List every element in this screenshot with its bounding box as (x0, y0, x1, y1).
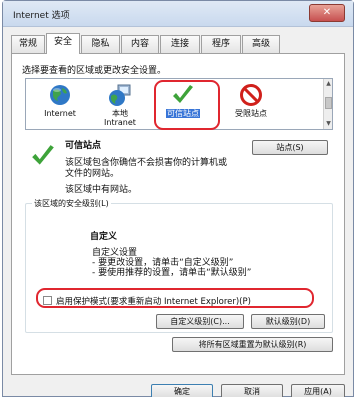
zone-local-intranet-label: 本地 Intranet (104, 109, 136, 127)
scroll-up-icon[interactable]: ▲ (325, 80, 332, 88)
reset-all-zones-button[interactable]: 将所有区域重置为默认级别(R) (172, 337, 333, 352)
protected-mode-checkbox[interactable] (43, 296, 52, 305)
apply-button[interactable]: 应用(A) (291, 384, 345, 397)
close-button[interactable]: ✕ (309, 4, 345, 22)
protected-mode-label[interactable]: 启用保护模式(要求重新启动 Internet Explorer)(P) (56, 295, 251, 307)
restricted-icon (239, 83, 263, 107)
zone-restricted-sites-label: 受限站点 (235, 109, 267, 118)
zone-internet[interactable]: Internet (30, 81, 90, 129)
tab-content[interactable]: 内容 (121, 35, 159, 53)
scroll-down-icon[interactable]: ▼ (325, 120, 332, 128)
zone-local-intranet[interactable]: 本地 Intranet (90, 81, 150, 129)
scroll-thumb[interactable] (325, 97, 332, 109)
custom-level-button[interactable]: 自定义级别(C)... (156, 314, 244, 329)
zone-trusted-sites[interactable]: 可信站点 (153, 81, 213, 129)
intranet-globe-icon (108, 83, 132, 107)
tab-general[interactable]: 常规 (11, 35, 45, 53)
selected-zone-desc-2: 文件的网站。 (65, 169, 120, 179)
zone-prompt: 选择要查看的区域或更改安全设置。 (22, 66, 167, 76)
ok-button[interactable]: 确定 (151, 384, 213, 397)
selected-zone-title: 可信站点 (65, 141, 102, 151)
zone-restricted-sites[interactable]: 受限站点 (221, 81, 281, 129)
tab-connections[interactable]: 连接 (160, 35, 200, 53)
trusted-sites-large-checkmark-icon (30, 143, 56, 169)
level-name: 自定义 (90, 232, 118, 242)
cancel-button[interactable]: 取消 (221, 384, 283, 397)
sites-button[interactable]: 站点(S) (252, 140, 328, 155)
title-bar[interactable]: Internet 选项 ✕ (3, 1, 353, 27)
zone-list-scrollbar[interactable]: ▲ ▼ (323, 79, 332, 129)
tab-advanced[interactable]: 高级 (242, 35, 280, 53)
zone-internet-label: Internet (44, 109, 76, 118)
checkmark-icon (171, 83, 195, 107)
internet-options-dialog: Internet 选项 ✕ 常规 安全 隐私 内容 连接 程序 高级 选择要查看… (2, 0, 354, 397)
level-bullet-default: - 要使用推荐的设置，请单击“默认级别” (92, 268, 252, 278)
window-title: Internet 选项 (13, 11, 70, 21)
tab-programs[interactable]: 程序 (201, 35, 241, 53)
zone-list[interactable]: Internet 本地 Intranet 可信站点 受限站点 ▲ ▼ (25, 78, 333, 130)
tab-privacy[interactable]: 隐私 (81, 35, 120, 53)
zone-trusted-sites-label: 可信站点 (166, 109, 200, 118)
security-level-group-title: 该区域的安全级别(L) (32, 198, 111, 209)
tab-security[interactable]: 安全 (46, 33, 80, 54)
selected-zone-sites-note: 该区域中有网站。 (65, 185, 138, 195)
globe-icon (48, 83, 72, 107)
security-panel: 选择要查看的区域或更改安全设置。 Internet 本地 Intranet 可信… (11, 53, 345, 375)
security-level-group: 该区域的安全级别(L) 自定义 自定义设置 - 要更改设置，请单击“自定义级别”… (25, 198, 333, 333)
default-level-button[interactable]: 默认级别(D) (251, 314, 325, 329)
